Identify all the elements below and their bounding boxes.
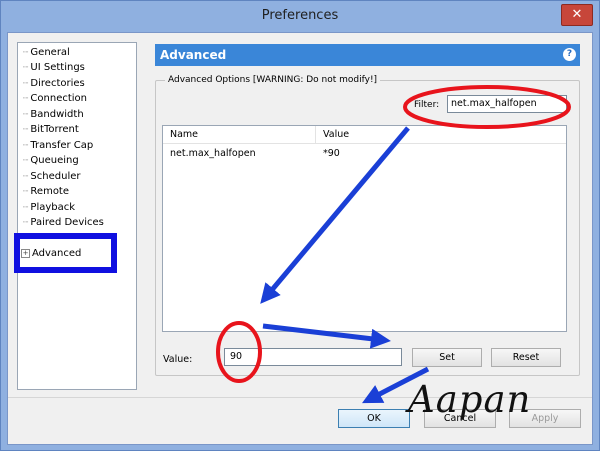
row-value: *90 bbox=[323, 148, 340, 159]
close-button[interactable]: ✕ bbox=[561, 4, 593, 26]
tree-guide-icon: ┈ bbox=[23, 156, 29, 166]
window-title: Preferences bbox=[261, 8, 339, 23]
list-header: Name Value bbox=[163, 126, 566, 144]
tree-item-scheduler[interactable]: ┈ Scheduler bbox=[23, 169, 81, 184]
tree-item-advanced[interactable]: + Advanced bbox=[21, 246, 81, 261]
tree-guide-icon: ┈ bbox=[23, 125, 29, 135]
tree-item-general[interactable]: ┈ General bbox=[23, 45, 70, 60]
tree-guide-icon: ┈ bbox=[23, 110, 29, 120]
tree-guide-icon: ┈ bbox=[23, 218, 29, 228]
group-label: Advanced Options [WARNING: Do not modify… bbox=[165, 75, 381, 85]
tree-item-transfer-cap[interactable]: ┈ Transfer Cap bbox=[23, 138, 93, 153]
help-icon[interactable]: ? bbox=[563, 48, 576, 61]
tree-guide-icon: ┈ bbox=[23, 94, 29, 104]
column-divider[interactable] bbox=[315, 126, 316, 143]
reset-button[interactable]: Reset bbox=[491, 348, 561, 367]
tree-item-bittorrent[interactable]: ┈ BitTorrent bbox=[23, 122, 79, 137]
filter-label: Filter: bbox=[414, 100, 440, 110]
tree-item-ui-settings[interactable]: ┈ UI Settings bbox=[23, 60, 85, 75]
tree-guide-icon: ┈ bbox=[23, 48, 29, 58]
column-header-value[interactable]: Value bbox=[323, 129, 349, 140]
ok-button[interactable]: OK bbox=[338, 409, 410, 428]
tree-guide-icon: ┈ bbox=[23, 79, 29, 89]
title-bar[interactable]: Preferences ✕ bbox=[1, 1, 599, 31]
set-button[interactable]: Set bbox=[412, 348, 482, 367]
category-tree: ┈ General ┈ UI Settings ┈ Directories ┈ Conn… bbox=[17, 42, 137, 390]
row-name: net.max_halfopen bbox=[170, 148, 256, 159]
options-list[interactable]: Name Value net.max_halfopen *90 bbox=[162, 125, 567, 332]
value-label: Value: bbox=[163, 354, 193, 365]
tree-item-queueing[interactable]: ┈ Queueing bbox=[23, 153, 79, 168]
value-input[interactable]: 90 bbox=[224, 348, 402, 366]
tree-item-bandwidth[interactable]: ┈ Bandwidth bbox=[23, 107, 84, 122]
tree-item-remote[interactable]: ┈ Remote bbox=[23, 184, 69, 199]
aapan-watermark: Aapan bbox=[408, 378, 532, 421]
panel-header: Advanced ? bbox=[155, 44, 580, 66]
tree-guide-icon: ┈ bbox=[23, 172, 29, 182]
tree-item-paired-devices[interactable]: ┈ Paired Devices bbox=[23, 215, 104, 230]
tree-item-directories[interactable]: ┈ Directories bbox=[23, 76, 85, 91]
filter-input[interactable]: net.max_halfopen bbox=[447, 95, 567, 113]
tree-item-playback[interactable]: ┈ Playback bbox=[23, 200, 75, 215]
tree-guide-icon: ┈ bbox=[23, 203, 29, 213]
tree-guide-icon: ┈ bbox=[23, 187, 29, 197]
close-icon: ✕ bbox=[571, 7, 583, 22]
tree-item-connection[interactable]: ┈ Connection bbox=[23, 91, 87, 106]
tree-guide-icon: ┈ bbox=[23, 141, 29, 151]
tree-guide-icon: ┈ bbox=[23, 63, 29, 73]
panel-title: Advanced bbox=[160, 48, 227, 62]
column-header-name[interactable]: Name bbox=[170, 129, 198, 140]
expand-icon[interactable]: + bbox=[21, 248, 30, 258]
table-row[interactable]: net.max_halfopen *90 bbox=[163, 148, 566, 163]
